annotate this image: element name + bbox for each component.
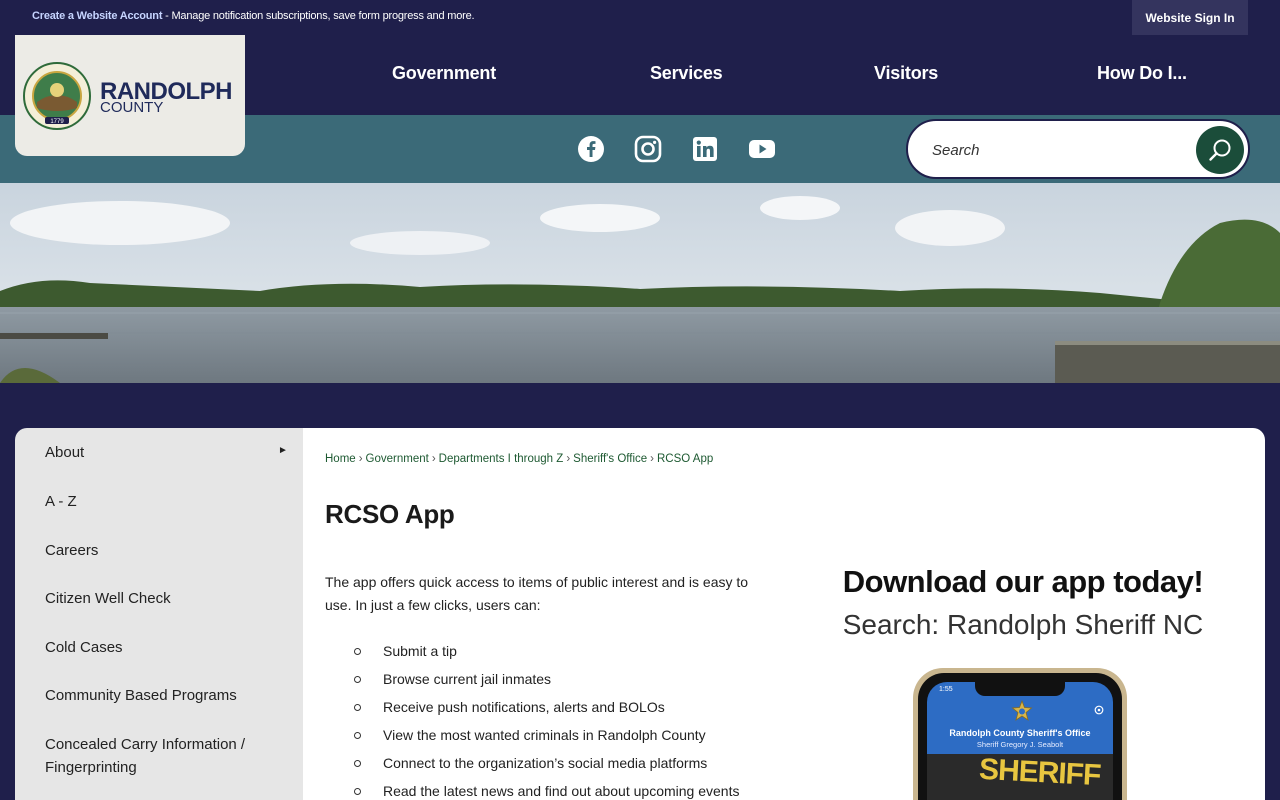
lake-photo xyxy=(0,183,1280,383)
phone-bezel: 1:55 Randolph County Sheriff's Office Sh… xyxy=(918,673,1122,800)
top-notification-bar: Create a Website Account - Manage notifi… xyxy=(0,0,1280,35)
expand-arrow-icon[interactable]: ► xyxy=(278,445,288,456)
breadcrumb-departments[interactable]: Departments I through Z xyxy=(439,453,564,465)
list-item: View the most wanted criminals in Randol… xyxy=(325,721,785,749)
nav-visitors[interactable]: Visitors xyxy=(874,63,938,84)
list-item: Receive push notifications, alerts and B… xyxy=(325,693,785,721)
account-notice: Create a Website Account - Manage notifi… xyxy=(32,10,475,22)
sidebar-item-about[interactable]: About xyxy=(45,441,285,464)
sheriff-badge-icon xyxy=(1011,700,1033,721)
settings-gear-icon xyxy=(1094,705,1104,715)
logo-subtitle: COUNTY xyxy=(100,99,164,116)
promo-subline: Search: Randolph Sheriff NC xyxy=(842,609,1204,640)
breadcrumb-separator: › xyxy=(566,453,571,465)
county-logo[interactable]: 1779 RANDOLPH COUNTY xyxy=(15,35,245,156)
breadcrumb-sheriffs-office[interactable]: Sheriff's Office xyxy=(573,453,647,465)
account-notice-text: - Manage notification subscriptions, sav… xyxy=(162,10,475,22)
sidebar-item-cold-cases[interactable]: Cold Cases xyxy=(45,636,285,659)
sidebar-item-citizen-well-check[interactable]: Citizen Well Check xyxy=(45,587,285,610)
search-input[interactable] xyxy=(932,139,1182,161)
app-phone-image: 1:55 Randolph County Sheriff's Office Sh… xyxy=(913,668,1127,800)
hero-lake-image xyxy=(0,183,1280,383)
list-item: Submit a tip xyxy=(325,637,785,665)
site-search xyxy=(906,119,1250,179)
create-account-link[interactable]: Create a Website Account xyxy=(32,10,162,22)
website-sign-in-button[interactable]: Website Sign In xyxy=(1132,0,1248,35)
app-subtitle: Sheriff Gregory J. Seabolt xyxy=(976,740,1064,749)
phone-notch xyxy=(975,682,1065,696)
breadcrumb-current[interactable]: RCSO App xyxy=(657,453,713,465)
promo-headline: Download our app today! xyxy=(842,564,1204,599)
breadcrumb-home[interactable]: Home xyxy=(325,453,356,465)
feature-list: Submit a tip Browse current jail inmates… xyxy=(325,637,785,800)
phone-screen: 1:55 Randolph County Sheriff's Office Sh… xyxy=(927,682,1113,800)
instagram-icon[interactable] xyxy=(634,135,662,163)
sidebar-item-a-z[interactable]: A - Z xyxy=(45,490,285,513)
sheriff-vest-label: SHERIFF xyxy=(978,752,1102,793)
nav-how-do-i[interactable]: How Do I... xyxy=(1097,63,1187,84)
app-title: Randolph County Sheriff's Office xyxy=(949,728,1091,738)
sidebar-item-community-programs[interactable]: Community Based Programs xyxy=(45,684,285,707)
intro-paragraph: The app offers quick access to items of … xyxy=(325,574,749,613)
county-seal-icon: 1779 xyxy=(23,62,91,130)
list-item: Connect to the organization’s social med… xyxy=(325,749,785,777)
phone-status-time: 1:55 xyxy=(939,686,953,693)
breadcrumb-separator: › xyxy=(650,453,654,465)
sidebar-item-careers[interactable]: Careers xyxy=(45,539,285,562)
nav-government[interactable]: Government xyxy=(392,63,496,84)
list-item: Browse current jail inmates xyxy=(325,665,785,693)
seal-year: 1779 xyxy=(50,119,64,125)
main-content: Home › Government › Departments I through Z ›… xyxy=(303,428,1265,800)
nav-services[interactable]: Services xyxy=(650,63,723,84)
breadcrumb: Home › Government › Departments I through Z ›… xyxy=(325,453,713,465)
list-item: Read the latest news and find out about … xyxy=(325,777,785,800)
youtube-icon[interactable] xyxy=(748,135,776,163)
breadcrumb-separator: › xyxy=(358,453,363,465)
sidebar-item-concealed-carry[interactable]: Concealed Carry Information / Fingerprin… xyxy=(45,733,285,779)
breadcrumb-separator: › xyxy=(431,453,436,465)
breadcrumb-government[interactable]: Government xyxy=(366,453,429,465)
facebook-icon[interactable] xyxy=(577,135,605,163)
page-title: RCSO App xyxy=(325,499,455,529)
linkedin-icon[interactable] xyxy=(691,135,719,163)
sidebar-nav: About ► A - Z Careers Citizen Well Check… xyxy=(15,428,303,800)
search-button[interactable] xyxy=(1196,126,1244,174)
search-icon xyxy=(1209,139,1231,161)
